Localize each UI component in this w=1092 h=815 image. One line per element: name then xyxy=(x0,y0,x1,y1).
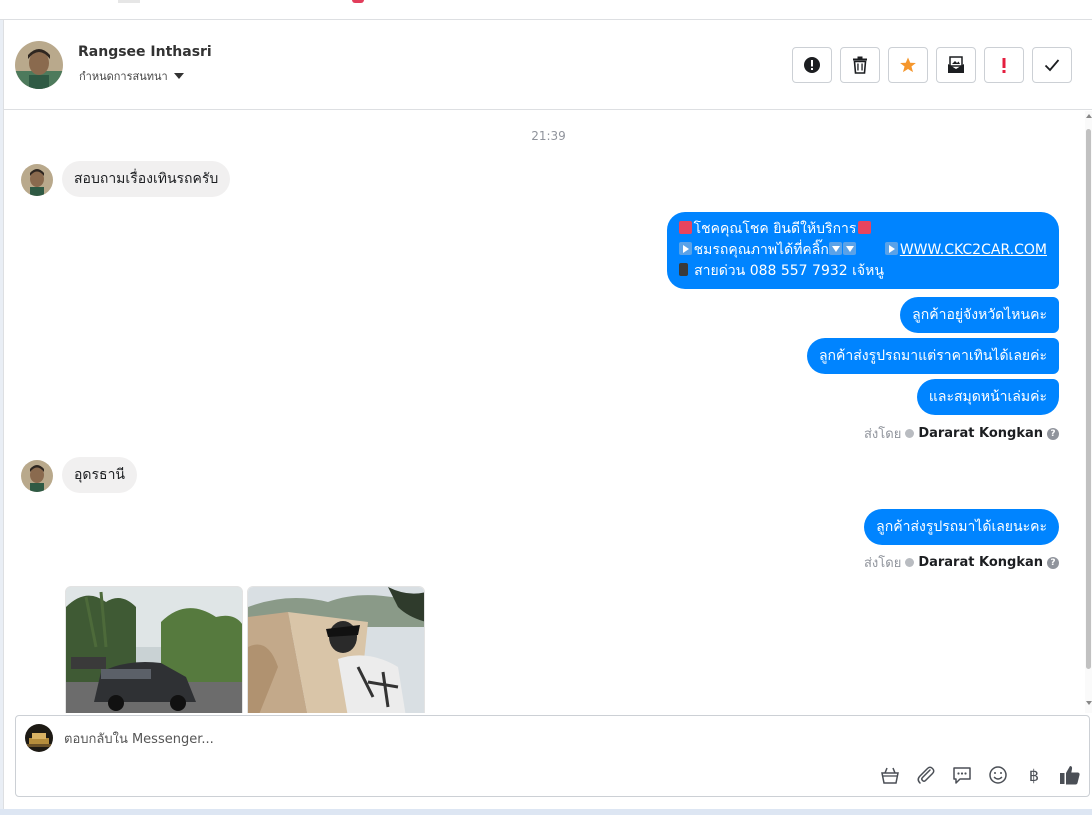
like-button[interactable] xyxy=(1059,764,1081,786)
emoji-button[interactable] xyxy=(987,764,1009,786)
outgoing-message-welcome[interactable]: โชคคุณโชค ยินดีให้บริการ ชมรถคุณภาพได้ที… xyxy=(666,212,1059,289)
chat-bubble-icon xyxy=(953,767,971,784)
attached-photo-person[interactable] xyxy=(247,586,425,713)
conversation-status-label: กำหนดการสนทนา xyxy=(79,70,168,83)
down-arrow-icon xyxy=(828,242,842,255)
contact-name[interactable]: Rangsee Inthasri xyxy=(78,44,212,60)
reply-input[interactable] xyxy=(64,728,964,750)
header-actions xyxy=(792,47,1072,83)
envelope-image-icon xyxy=(948,56,964,73)
incoming-message[interactable]: สอบถามเรื่องเทินรถครับ xyxy=(62,161,231,197)
play-button-icon xyxy=(884,242,898,255)
welcome-line-1: โชคคุณโชค ยินดีให้บริการ xyxy=(678,219,1047,240)
star-button[interactable] xyxy=(888,47,928,83)
shopping-basket-icon xyxy=(881,767,899,784)
outgoing-message[interactable]: และสมุดหน้าเล่มค่ะ xyxy=(916,379,1059,415)
sent-by-label: ส่งโดย Dararat Kongkan ? xyxy=(864,423,1059,444)
paperclip-icon xyxy=(917,766,935,784)
outgoing-message[interactable]: ลูกค้าอยู่จังหวัดไหนคะ xyxy=(900,297,1059,333)
help-icon[interactable]: ? xyxy=(1047,427,1059,440)
verified-icon xyxy=(905,429,915,438)
down-arrow-icon xyxy=(842,242,856,255)
done-button[interactable] xyxy=(1032,47,1072,83)
saved-replies-button[interactable] xyxy=(951,764,973,786)
composer-toolbar: ฿ xyxy=(879,764,1081,786)
sender-name[interactable]: Dararat Kongkan xyxy=(918,555,1043,570)
conversation-header: Rangsee Inthasri กำหนดการสนทนา xyxy=(4,20,1092,110)
mobile-phone-icon xyxy=(678,263,688,276)
conversation-status-dropdown[interactable]: กำหนดการสนทนา xyxy=(79,67,184,85)
welcome-line-3: สายด่วน 088 557 7932 เจ้หนู xyxy=(678,261,1047,282)
top-strip-accent xyxy=(352,0,364,3)
sent-by-label: ส่งโดย Dararat Kongkan ? xyxy=(864,552,1059,573)
alert-button[interactable] xyxy=(792,47,832,83)
red-square-icon xyxy=(858,221,872,234)
exclamation-icon xyxy=(1002,58,1006,73)
outgoing-message[interactable]: ลูกค้าส่งรูปรถมาได้เลยนะคะ xyxy=(864,509,1059,545)
thread-scrollbar[interactable] xyxy=(1085,111,1092,713)
mark-unread-button[interactable] xyxy=(936,47,976,83)
website-link[interactable]: WWW.CKC2CAR.COM xyxy=(900,242,1047,258)
contact-avatar-small[interactable] xyxy=(21,460,53,492)
bottom-strip xyxy=(0,809,1092,815)
trash-icon xyxy=(853,56,867,74)
message-timestamp: 21:39 xyxy=(531,129,566,143)
red-square-icon xyxy=(678,221,692,234)
store-button[interactable] xyxy=(879,764,901,786)
contact-avatar-small[interactable] xyxy=(21,164,53,196)
incoming-message[interactable]: อุดรธานี xyxy=(62,457,137,493)
scroll-up-icon[interactable] xyxy=(1086,114,1092,118)
star-icon xyxy=(900,57,916,73)
alert-circle-icon xyxy=(804,57,820,73)
welcome-line-2: ชมรถคุณภาพได้ที่คลิ๊ก WWW.CKC2CAR.COM xyxy=(678,240,1047,261)
message-thread[interactable]: 21:39 สอบถามเรื่องเทินรถครับ โชคคุณโชค ย… xyxy=(4,111,1092,713)
top-strip xyxy=(0,0,1092,20)
payment-button[interactable]: ฿ xyxy=(1023,764,1045,786)
caret-down-icon xyxy=(173,73,184,79)
delete-button[interactable] xyxy=(840,47,880,83)
page-avatar xyxy=(25,724,53,752)
thumbs-up-icon xyxy=(1060,766,1080,785)
sender-name[interactable]: Dararat Kongkan xyxy=(918,426,1043,441)
attach-button[interactable] xyxy=(915,764,937,786)
help-icon[interactable]: ? xyxy=(1047,556,1059,569)
scroll-down-icon[interactable] xyxy=(1086,701,1092,705)
verified-icon xyxy=(905,558,915,567)
outgoing-message[interactable]: ลูกค้าส่งรูปรถมาแต่ราคาเทินได้เลยค่ะ xyxy=(806,338,1059,374)
contact-avatar[interactable] xyxy=(15,41,63,89)
spam-button[interactable] xyxy=(984,47,1024,83)
scrollbar-thumb[interactable] xyxy=(1086,129,1091,669)
conversation-panel: Rangsee Inthasri กำหนดการสนทนา 21:39 สอบ… xyxy=(3,20,1092,809)
baht-icon: ฿ xyxy=(1028,765,1040,785)
smiley-icon xyxy=(989,766,1007,784)
message-composer: ฿ xyxy=(15,715,1090,797)
attached-photo-car[interactable] xyxy=(65,586,243,713)
check-icon xyxy=(1044,59,1060,72)
top-strip-mark xyxy=(118,0,140,3)
play-button-icon xyxy=(678,242,692,255)
